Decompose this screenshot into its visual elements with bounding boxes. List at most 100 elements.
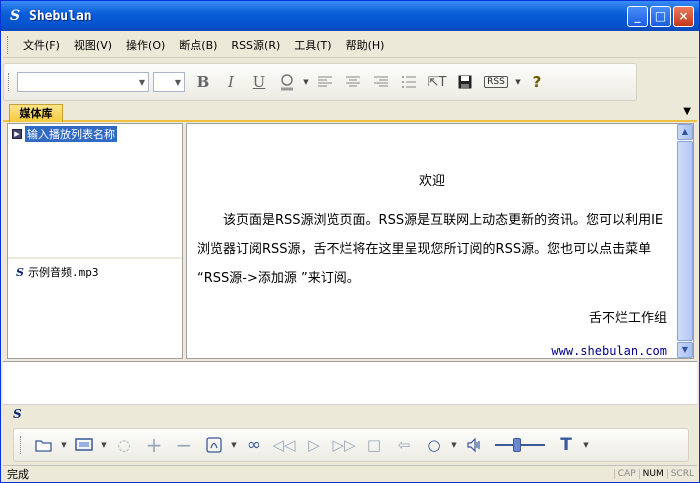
shuffle-button[interactable]	[199, 433, 229, 457]
format-toolbar: ▼ ▼ B I U ▼ ⇱T RSS ▼ ?	[3, 63, 637, 101]
playlist-panel[interactable]: ▶ 输入播放列表名称	[8, 124, 182, 259]
media-tab-strip: 媒体库 ▼	[3, 104, 697, 122]
text-select-button[interactable]: ⇱T	[423, 70, 451, 94]
rewind-icon: ◁◁	[272, 436, 296, 454]
loop-button[interactable]: ∞	[239, 433, 269, 457]
folder-open-icon	[35, 440, 52, 452]
app-small-icon: S	[13, 407, 22, 421]
content-signature: 舌不烂工作组	[588, 311, 667, 326]
bullet-list-button[interactable]	[395, 70, 423, 94]
info-panel	[3, 361, 697, 405]
screen-icon	[75, 438, 93, 451]
next-button[interactable]: ▷▷	[329, 433, 359, 457]
minimize-button[interactable]: _	[627, 6, 648, 27]
player-toolbar: ▼ ▼ ◌ + − ▼ ∞ ◁◁ ▷ ▷▷ □ ⇦ ○ ▼ T ▼	[13, 428, 689, 462]
menu-view[interactable]: 视图(V)	[67, 34, 119, 56]
record-dropdown-arrow[interactable]: ▼	[449, 441, 459, 449]
menu-breakpoint[interactable]: 断点(B)	[172, 34, 224, 56]
vertical-scrollbar[interactable]: ▲ ▼	[677, 124, 693, 358]
help-icon: ?	[532, 73, 542, 91]
align-left-button[interactable]	[311, 70, 339, 94]
arrow-left-icon: ⇦	[397, 436, 411, 454]
player-grip[interactable]	[20, 436, 23, 454]
bullet-list-icon	[402, 76, 416, 88]
circle-icon: ○	[427, 436, 441, 454]
remove-button[interactable]: −	[169, 433, 199, 457]
play-icon: ▷	[308, 436, 320, 454]
website-link[interactable]: www.shebulan.com	[551, 344, 667, 358]
rss-button[interactable]: RSS	[479, 70, 513, 94]
stop-button[interactable]: □	[359, 433, 389, 457]
volume-slider-knob[interactable]	[513, 438, 521, 452]
scroll-down-button[interactable]: ▼	[677, 342, 693, 358]
window-title: Shebulan	[29, 8, 92, 24]
back-button[interactable]: ⇦	[389, 433, 419, 457]
list-item[interactable]: S 示例音频.mp3	[16, 264, 98, 280]
tab-media-library[interactable]: 媒体库	[9, 104, 63, 122]
menu-grip[interactable]	[7, 35, 10, 54]
maximize-button[interactable]: □	[650, 6, 671, 27]
menu-tools[interactable]: 工具(T)	[287, 34, 338, 56]
app-icon: S	[9, 8, 21, 24]
app-window: S Shebulan _ □ × 文件(F) 视图(V) 操作(O) 断点(B)…	[0, 0, 700, 483]
menu-rss[interactable]: RSS源(R)	[224, 34, 287, 56]
speaker-icon	[467, 437, 480, 453]
highlight-dropdown-arrow[interactable]: ▼	[301, 78, 311, 86]
title-bar[interactable]: S Shebulan _ □ ×	[1, 1, 699, 31]
align-center-button[interactable]	[339, 70, 367, 94]
scroll-lock-indicator: SCRL	[666, 469, 697, 479]
status-text: 完成	[7, 468, 29, 481]
highlight-color-button[interactable]	[273, 70, 301, 94]
menu-action[interactable]: 操作(O)	[119, 34, 172, 56]
align-right-button[interactable]	[367, 70, 395, 94]
open-folder-button[interactable]	[29, 433, 59, 457]
font-size-combo[interactable]: ▼	[153, 72, 185, 92]
text-style-button[interactable]: T	[551, 433, 581, 457]
scroll-thumb[interactable]	[677, 141, 693, 341]
menu-help[interactable]: 帮助(H)	[339, 34, 392, 56]
toolbar-grip[interactable]	[8, 73, 11, 91]
menu-file[interactable]: 文件(F)	[16, 34, 67, 56]
previous-button[interactable]: ◁◁	[269, 433, 299, 457]
text-style-icon: T	[560, 435, 572, 455]
screen-dropdown-arrow[interactable]: ▼	[99, 441, 109, 449]
playlist-name-label[interactable]: 输入播放列表名称	[25, 126, 117, 142]
play-button[interactable]: ▷	[299, 433, 329, 457]
open-dropdown-arrow[interactable]: ▼	[59, 441, 69, 449]
save-button[interactable]	[451, 70, 479, 94]
rss-dropdown-arrow[interactable]: ▼	[513, 78, 523, 86]
shuffle-dropdown-arrow[interactable]: ▼	[229, 441, 239, 449]
window-controls: _ □ ×	[627, 6, 694, 27]
add-button[interactable]: +	[139, 433, 169, 457]
menu-bar: 文件(F) 视图(V) 操作(O) 断点(B) RSS源(R) 工具(T) 帮助…	[3, 32, 697, 58]
shuffle-icon	[206, 437, 222, 453]
playlist-name-item[interactable]: ▶ 输入播放列表名称	[12, 126, 117, 142]
num-lock-indicator: NUM	[638, 469, 667, 479]
status-bar: 完成 CAP NUM SCRL	[3, 465, 697, 482]
file-list-panel[interactable]: S 示例音频.mp3	[8, 261, 182, 358]
font-name-combo[interactable]: ▼	[17, 72, 149, 92]
italic-button[interactable]: I	[217, 70, 245, 94]
volume-button[interactable]	[459, 433, 489, 457]
visualizer-icon: ◌	[117, 436, 131, 454]
minus-icon: −	[175, 433, 193, 457]
infinity-icon: ∞	[246, 435, 262, 455]
file-name: 示例音频.mp3	[27, 266, 99, 279]
bold-button[interactable]: B	[189, 70, 217, 94]
chevron-down-icon: ▼	[138, 77, 146, 87]
tab-dropdown-icon[interactable]: ▼	[683, 106, 691, 117]
stop-icon: □	[366, 436, 382, 454]
volume-slider[interactable]	[495, 438, 545, 452]
browser-content: 欢迎 该页面是RSS源浏览页面。RSS源是互联网上动态更新的资讯。您可以利用IE…	[186, 123, 694, 359]
help-button[interactable]: ?	[523, 70, 551, 94]
close-button[interactable]: ×	[673, 6, 694, 27]
play-icon: ▶	[12, 129, 22, 139]
chevron-down-icon: ▼	[174, 77, 182, 87]
visualizer-button[interactable]: ◌	[109, 433, 139, 457]
underline-button[interactable]: U	[245, 70, 273, 94]
scroll-up-button[interactable]: ▲	[677, 124, 693, 140]
text-style-dropdown-arrow[interactable]: ▼	[581, 441, 591, 449]
rss-label: RSS	[484, 76, 508, 88]
record-button[interactable]: ○	[419, 433, 449, 457]
screen-button[interactable]	[69, 433, 99, 457]
